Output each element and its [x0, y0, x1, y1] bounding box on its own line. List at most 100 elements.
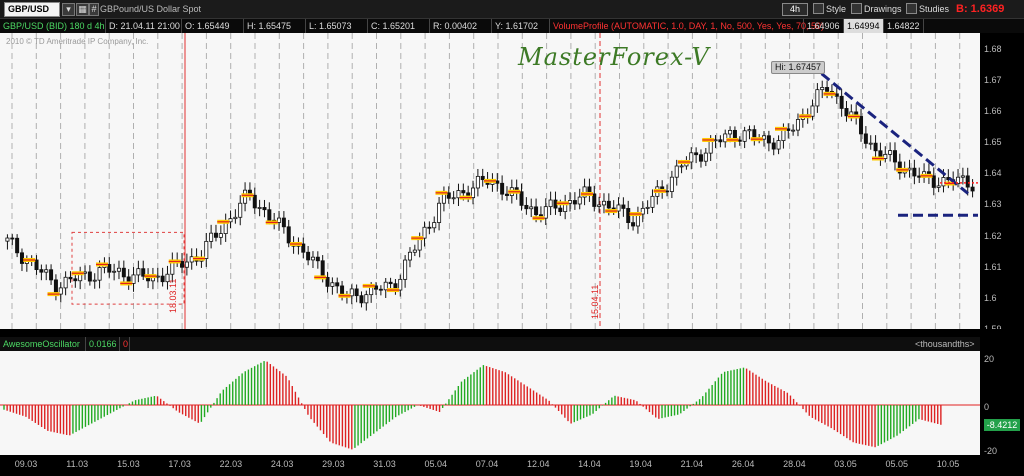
timeframe-button[interactable]: 4h [782, 3, 808, 16]
candle-body [825, 87, 830, 92]
style-button[interactable]: Style [813, 3, 846, 16]
candle-body [621, 204, 626, 209]
candle-body [398, 278, 403, 291]
candle-body [19, 252, 24, 264]
oscillator-axis: 20 0 -20 [980, 337, 1024, 456]
date-axis-label: 09.03 [14, 459, 38, 469]
candle-body [277, 217, 282, 223]
checkbox-icon [813, 3, 824, 14]
candle-body [364, 294, 369, 304]
candle-body [68, 276, 73, 280]
candle-body [839, 95, 844, 109]
candle-body [480, 175, 485, 181]
bar-date: D: 21.04.11 21:00 [106, 19, 182, 33]
candle-body [160, 275, 165, 283]
resistance-trendline [809, 62, 969, 195]
osc-axis-top: 20 [984, 354, 995, 364]
candle-body [39, 269, 44, 273]
high-annotation: Hi: 1.67457 [771, 61, 826, 74]
date-axis-label: 22.03 [219, 459, 243, 469]
candle-body [795, 119, 800, 131]
candle-body [112, 270, 117, 273]
candle-body [461, 190, 466, 194]
oscillator-zero: 0 [120, 337, 130, 351]
candle-body [718, 139, 723, 143]
vp-value-1: 1.64906 [804, 19, 844, 33]
symbol-label: GBP/USD [8, 4, 50, 14]
candle-body [325, 276, 330, 287]
candle-body [592, 193, 597, 207]
candle-body [519, 191, 524, 206]
candle-body [694, 152, 699, 156]
date-axis-label: 11.03 [66, 459, 89, 469]
price-chart[interactable]: 2010 © TD Ameritrade IP Company, Inc. Ma… [0, 33, 980, 329]
candle-body [650, 195, 655, 208]
bar-range: R: 0.00402 [430, 19, 492, 33]
candle-body [931, 175, 936, 188]
candle-body [83, 271, 88, 274]
candle-body [131, 274, 136, 284]
candle-body [597, 204, 602, 207]
candle-body [548, 199, 553, 208]
candle-body [267, 209, 272, 221]
candle-body [834, 93, 839, 97]
candle-body [728, 129, 733, 135]
oscillator-chart[interactable] [0, 351, 980, 455]
candle-body [281, 217, 286, 228]
date-axis: 09.03 11.03 15.03 17.03 22.03 24.03 29.03 31.03… [0, 455, 1024, 476]
candle-body [558, 207, 563, 213]
candle-body [257, 207, 262, 209]
candle-body [306, 251, 311, 261]
candle-body [437, 202, 442, 223]
candle-body [737, 139, 742, 142]
candle-body [534, 206, 539, 216]
oscillator-svg [0, 361, 980, 450]
instrument-label: GBP/USD (BID) 180 d 4h [0, 19, 106, 33]
candle-body [121, 267, 126, 278]
candle-body [577, 196, 582, 205]
price-axis: 1.681.671.661.651.641.631.621.611.61.59 [980, 33, 1024, 334]
symbol-selector[interactable]: GBP/USD [4, 2, 60, 17]
candle-body [504, 193, 509, 196]
price-axis-label: 1.68 [984, 43, 1002, 54]
candle-body [868, 142, 873, 145]
candle-body [674, 165, 679, 178]
candle-body [262, 207, 267, 211]
candle-body [791, 129, 796, 132]
candle-body [863, 133, 868, 144]
candle-body [689, 152, 694, 163]
date-axis-label: 26.04 [731, 459, 755, 469]
candle-body [422, 226, 427, 239]
candle-body [320, 260, 325, 278]
candle-body [495, 180, 500, 184]
panel-separator[interactable] [0, 329, 1024, 337]
candle-body [189, 256, 194, 263]
drawings-label: Drawings [864, 4, 902, 14]
candle-body [446, 192, 451, 199]
candle-body [97, 267, 102, 281]
candle-body [238, 202, 243, 218]
candle-body [640, 207, 645, 215]
hash-icon[interactable]: # [89, 3, 99, 16]
chevron-down-icon[interactable]: ▾ [62, 3, 75, 16]
vp-value-3: 1.64822 [884, 19, 924, 33]
candle-body [568, 200, 573, 204]
candle-body [475, 175, 480, 189]
date-axis-label: 21.04 [680, 459, 704, 469]
candle-body [883, 153, 888, 159]
candle-body [213, 232, 218, 238]
grid-icon[interactable]: ▦ [76, 3, 89, 16]
candle-body [960, 175, 965, 178]
studies-button[interactable]: Studies [906, 3, 949, 16]
candle-body [412, 249, 417, 253]
candle-body [810, 105, 815, 117]
price-axis-label: 1.66 [984, 105, 1002, 116]
candle-body [252, 194, 257, 209]
candle-body [776, 140, 781, 150]
date-axis-label: 28.04 [783, 459, 806, 469]
candle-body [762, 135, 767, 140]
drawings-button[interactable]: Drawings [851, 3, 902, 16]
studies-label: Studies [919, 4, 950, 14]
brand-watermark: MasterForex-V [518, 43, 710, 71]
candle-body [645, 206, 650, 209]
